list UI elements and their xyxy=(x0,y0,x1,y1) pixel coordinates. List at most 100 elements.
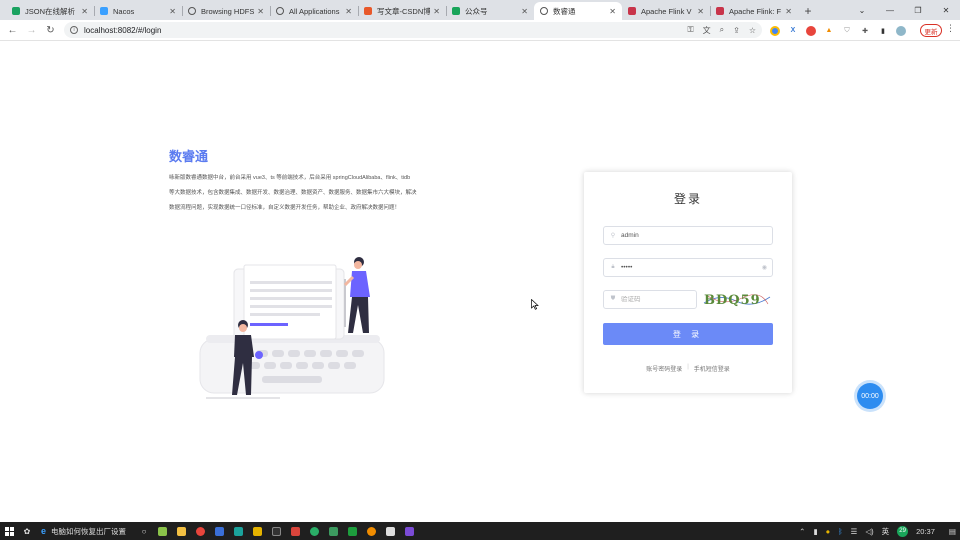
zoom-icon[interactable]: ⌕ xyxy=(720,25,724,35)
update-button[interactable]: 更新 xyxy=(920,24,942,37)
tab-close-icon[interactable]: ✕ xyxy=(609,7,616,16)
chevron-down-icon[interactable]: ⌄ xyxy=(848,0,876,20)
browser-tab[interactable]: 数睿通 ✕ xyxy=(534,2,622,20)
browser-tab[interactable]: Apache Flink: F ✕ xyxy=(710,2,798,20)
tab-close-icon[interactable]: ✕ xyxy=(785,7,792,16)
browser-tab-title: Apache Flink V xyxy=(641,6,692,16)
tab-close-icon[interactable]: ✕ xyxy=(81,7,88,16)
login-button[interactable]: 登 录 xyxy=(603,323,773,345)
translate-icon[interactable]: 文 xyxy=(703,25,711,36)
tray-chevron-icon[interactable]: ⌃ xyxy=(799,527,805,536)
wechat-icon[interactable] xyxy=(310,526,320,536)
app-icon-h[interactable] xyxy=(348,526,358,536)
notification-icon[interactable]: ▤ xyxy=(949,527,956,536)
login-title: 登录 xyxy=(673,192,702,206)
login-card: 登录 ⚲ 🔒︎ ◉ ⛊ BDQ59 登 录 账号密码登录 | 手机短信登录 xyxy=(584,172,792,393)
search-icon[interactable]: ○ xyxy=(135,522,153,540)
lock-icon: 🔒︎ xyxy=(611,264,615,270)
captcha-field[interactable]: ⛊ xyxy=(603,290,697,309)
page-description: 咏新版数睿通数据中台，前台采用 vue3、ts 等前端技术，后台采用 sprin… xyxy=(169,175,417,211)
reload-button[interactable]: ↻ xyxy=(41,21,60,40)
windows-start-icon[interactable] xyxy=(0,522,18,540)
app-icon-yellow[interactable] xyxy=(253,526,263,536)
page-title: 数睿通 xyxy=(169,149,209,164)
browser-tab[interactable]: 写文章-CSDN博 ✕ xyxy=(358,2,446,20)
tray-bluetooth-icon[interactable]: ᛒ xyxy=(838,527,843,536)
clock[interactable]: 20:37 xyxy=(916,527,935,536)
csdn-tab-icon xyxy=(364,7,372,15)
app-icon-teal[interactable] xyxy=(234,526,244,536)
browser-tab[interactable]: All Applications ✕ xyxy=(270,2,358,20)
captcha-input[interactable] xyxy=(621,296,691,303)
record-ext-icon[interactable] xyxy=(806,25,816,36)
flink-tab-icon xyxy=(628,7,636,15)
x-ext-icon[interactable]: X xyxy=(788,26,798,36)
shield-ext-icon[interactable]: ⛉ xyxy=(842,26,852,36)
app-icon-blue[interactable] xyxy=(215,526,225,536)
password-input[interactable] xyxy=(621,264,751,271)
share-icon[interactable]: ⇪ xyxy=(733,26,740,35)
browser-tab[interactable]: Apache Flink V ✕ xyxy=(622,2,710,20)
site-info-icon[interactable]: i xyxy=(70,26,78,34)
tab-close-icon[interactable]: ✕ xyxy=(257,7,264,16)
edge-icon: e xyxy=(41,526,47,536)
close-window-icon[interactable]: ✕ xyxy=(932,0,960,20)
browser-tab-title: 公众号 xyxy=(465,6,488,16)
notification-badge[interactable]: 29 xyxy=(897,525,909,537)
tab-close-icon[interactable]: ✕ xyxy=(697,7,704,16)
address-bar[interactable]: i localhost:8082/#/login ⚿ 文 ⌕ ⇪ ☆ xyxy=(64,22,762,38)
terminal-icon[interactable] xyxy=(272,526,282,536)
app-icon-white[interactable] xyxy=(386,526,396,536)
browser-tab[interactable]: JSON在线解析 ✕ xyxy=(6,2,94,20)
vlc-ext-icon[interactable]: ▲ xyxy=(824,26,834,36)
app-icon-green[interactable] xyxy=(158,526,168,536)
browser-tab[interactable]: 公众号 ✕ xyxy=(446,2,534,20)
captcha-text: BDQ59 xyxy=(704,293,761,308)
app-icon-orange[interactable] xyxy=(367,526,377,536)
shield-icon: ⛊ xyxy=(610,296,616,302)
puzzle-icon[interactable]: ✚ xyxy=(860,26,870,36)
password-field[interactable]: 🔒︎ ◉ xyxy=(603,258,773,277)
more-menu-icon[interactable]: ⋮ xyxy=(946,23,955,34)
tab-close-icon[interactable]: ✕ xyxy=(169,7,176,16)
account-login-link[interactable]: 账号密码登录 xyxy=(646,364,682,373)
avatar[interactable] xyxy=(896,25,906,36)
tray-wifi-icon[interactable]: ☰ xyxy=(851,527,858,536)
wechat-mp-tab-icon xyxy=(452,7,460,15)
sms-login-link[interactable]: 手机短信登录 xyxy=(694,364,730,373)
url-text: localhost:8082/#/login xyxy=(84,25,162,35)
username-field[interactable]: ⚲ xyxy=(603,226,773,245)
tray-app-icon[interactable]: ● xyxy=(826,527,831,536)
new-tab-button[interactable]: + xyxy=(798,2,818,20)
username-input[interactable] xyxy=(621,232,751,239)
captcha-image[interactable]: BDQ59 xyxy=(702,289,772,310)
browser-tab[interactable]: Nacos ✕ xyxy=(94,2,182,20)
app-icon-purple[interactable] xyxy=(405,526,415,536)
bookmark-star-icon[interactable]: ☆ xyxy=(749,26,756,35)
widgets-icon[interactable]: ✿ xyxy=(18,522,36,540)
volume-icon[interactable]: ◁) xyxy=(865,527,873,536)
app-icon-green2[interactable] xyxy=(329,526,339,536)
globe-icon xyxy=(188,7,196,15)
restore-icon[interactable]: ❐ xyxy=(904,0,932,20)
minimize-icon[interactable]: — xyxy=(876,0,904,20)
chrome-taskbar-icon[interactable] xyxy=(196,526,206,536)
extensions-bar: X ▲ ⛉ ✚ ▮ xyxy=(766,20,910,41)
browser-tab-title: Nacos xyxy=(113,6,135,16)
tray-usb-icon[interactable]: ▮ xyxy=(813,527,817,536)
tab-close-icon[interactable]: ✕ xyxy=(521,7,528,16)
back-button[interactable]: ← xyxy=(3,21,22,40)
tab-close-icon[interactable]: ✕ xyxy=(345,7,352,16)
app-icon-red[interactable] xyxy=(291,526,301,536)
chrome-ext-icon[interactable] xyxy=(770,25,780,36)
timer-bubble[interactable]: 00:00 xyxy=(857,383,883,409)
input-language[interactable]: 英 xyxy=(882,526,890,537)
key-icon[interactable]: ⚿ xyxy=(688,25,694,35)
sidepanel-icon[interactable]: ▮ xyxy=(878,26,888,36)
file-explorer-icon[interactable] xyxy=(177,526,187,536)
browser-tab[interactable]: Browsing HDFS ✕ xyxy=(182,2,270,20)
eye-icon[interactable]: ◉ xyxy=(762,264,767,271)
forward-button[interactable]: → xyxy=(22,21,41,40)
tab-close-icon[interactable]: ✕ xyxy=(433,7,440,16)
taskbar-search[interactable]: e 电脑如何恢复出厂设置 xyxy=(36,522,131,540)
